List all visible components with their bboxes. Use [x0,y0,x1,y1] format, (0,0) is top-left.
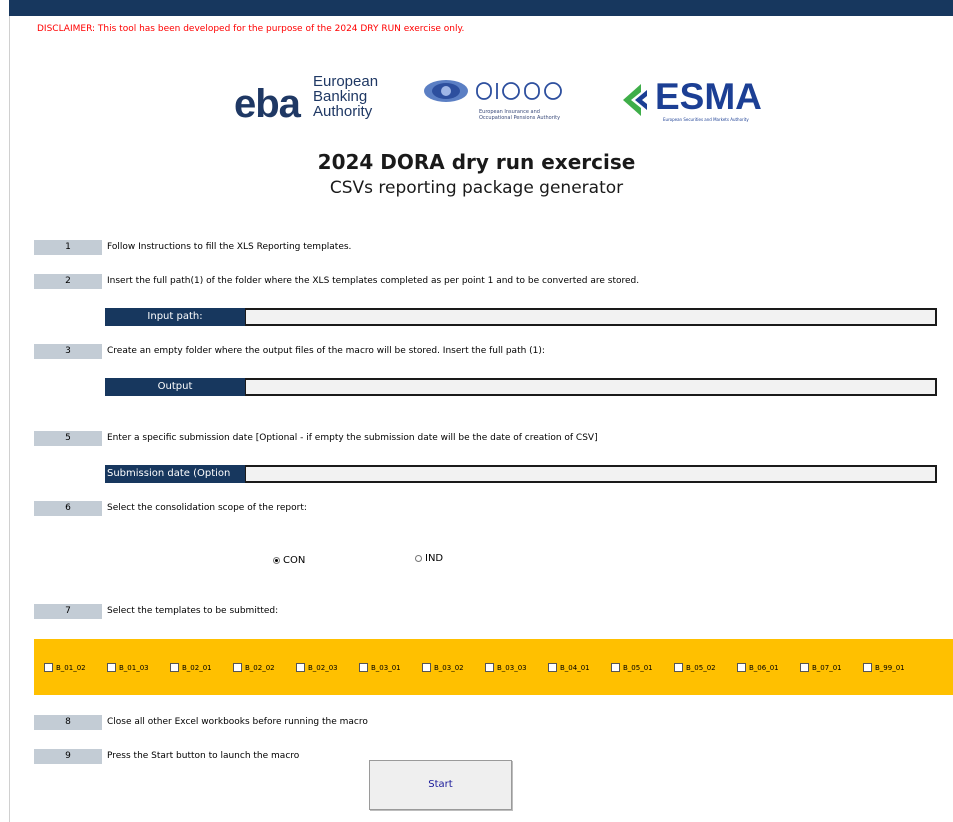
template-label: B_01_03 [119,663,149,672]
checkbox-icon [485,663,494,672]
eiopa-logo-subtitle: European Insurance and Occupational Pens… [479,109,599,121]
template-label: B_07_01 [812,663,842,672]
step-text-2: Insert the full path(1) of the folder wh… [107,276,640,286]
step-number-2: 2 [34,274,102,289]
template-label: B_02_03 [308,663,338,672]
step-text-6: Select the consolidation scope of the re… [107,503,307,513]
disclaimer-text: DISCLAIMER: This tool has been developed… [37,24,465,34]
esma-logo-word: ESMA [655,76,762,117]
checkbox-icon [107,663,116,672]
template-label: B_05_01 [623,663,653,672]
step-text-5: Enter a specific submission date [Option… [107,433,598,443]
checkbox-icon [548,663,557,672]
eba-logo-text: European Banking Authority [313,74,378,119]
template-label: B_03_02 [434,663,464,672]
top-header-bar [9,0,953,16]
eba-logo-line2: Banking [313,88,368,105]
step-number-9: 9 [34,749,102,764]
template-label: B_03_01 [371,663,401,672]
esma-logo: ESMA European Securities and Markets Aut… [615,76,785,128]
template-label: B_02_01 [182,663,212,672]
eiopa-sub-line2: Occupational Pensions Authority [479,115,561,121]
template-label: B_05_02 [686,663,716,672]
esma-chevron-icon [623,84,647,116]
template-label: B_03_03 [497,663,527,672]
template-checkbox-b-05-01[interactable]: B_05_01 [611,663,653,672]
eba-logo-word: eba [234,82,301,126]
checkbox-icon [170,663,179,672]
step-number-1: 1 [34,240,102,255]
checkbox-icon [737,663,746,672]
input-path-label: Input path: [105,308,245,326]
eba-logo: eba European Banking Authority [234,74,384,128]
step-text-8: Close all other Excel workbooks before r… [107,717,368,727]
scope-radio-ind[interactable]: IND [415,553,443,564]
template-checkbox-b-06-01[interactable]: B_06_01 [737,663,779,672]
input-path-field[interactable] [245,308,937,326]
step-number-7: 7 [34,604,102,619]
step-text-7: Select the templates to be submitted: [107,606,279,616]
step-number-5: 5 [34,431,102,446]
submission-date-field[interactable] [245,465,937,483]
template-checkbox-b-02-03[interactable]: B_02_03 [296,663,338,672]
template-label: B_01_02 [56,663,86,672]
template-label: B_06_01 [749,663,779,672]
template-checkbox-b-01-02[interactable]: B_01_02 [44,663,86,672]
step-text-3: Create an empty folder where the output … [107,346,545,356]
step-text-9: Press the Start button to launch the mac… [107,751,300,761]
template-label: B_99_01 [875,663,905,672]
template-checkbox-b-03-03[interactable]: B_03_03 [485,663,527,672]
eba-logo-line1: European [313,73,379,90]
template-selection-band: B_01_02 B_01_03 B_02_01 B_02_02 B_02_03 … [34,639,953,695]
output-path-label: Output [105,378,245,396]
checkbox-icon [674,663,683,672]
template-label: B_04_01 [560,663,590,672]
step-text-1: Follow Instructions to fill the XLS Repo… [107,242,352,252]
start-button[interactable]: Start [369,760,512,810]
template-checkbox-b-07-01[interactable]: B_07_01 [800,663,842,672]
esma-logo-subtitle: European Securities and Markets Authorit… [663,117,749,122]
template-label: B_02_02 [245,663,275,672]
scope-radio-con-label: CON [283,555,306,566]
eiopa-logo: European Insurance and Occupational Pens… [419,73,599,133]
step-number-8: 8 [34,715,102,730]
checkbox-icon [44,663,53,672]
output-path-field[interactable] [245,378,937,396]
template-checkbox-b-03-01[interactable]: B_03_01 [359,663,401,672]
template-checkbox-b-02-01[interactable]: B_02_01 [170,663,212,672]
checkbox-icon [800,663,809,672]
page-title: 2024 DORA dry run exercise [317,150,636,174]
template-checkbox-row: B_01_02 B_01_03 B_02_01 B_02_02 B_02_03 … [44,663,953,677]
checkbox-icon [296,663,305,672]
template-checkbox-b-05-02[interactable]: B_05_02 [674,663,716,672]
scope-radio-ind-label: IND [425,553,444,564]
eba-logo-line3: Authority [313,103,373,120]
template-checkbox-b-03-02[interactable]: B_03_02 [422,663,464,672]
template-checkbox-b-99-01[interactable]: B_99_01 [863,663,905,672]
submission-date-label: Submission date (Option [105,465,245,483]
page-subtitle: CSVs reporting package generator [329,178,624,198]
radio-selected-icon [273,557,280,564]
scope-radio-con[interactable]: CON [273,555,305,566]
sheet-left-border [9,16,10,822]
checkbox-icon [611,663,620,672]
template-checkbox-b-01-03[interactable]: B_01_03 [107,663,149,672]
checkbox-icon [359,663,368,672]
template-checkbox-b-02-02[interactable]: B_02_02 [233,663,275,672]
step-number-3: 3 [34,344,102,359]
checkbox-icon [863,663,872,672]
radio-unselected-icon [415,555,422,562]
eiopa-logo-mark [424,80,562,102]
checkbox-icon [233,663,242,672]
step-number-6: 6 [34,501,102,516]
template-checkbox-b-04-01[interactable]: B_04_01 [548,663,590,672]
checkbox-icon [422,663,431,672]
